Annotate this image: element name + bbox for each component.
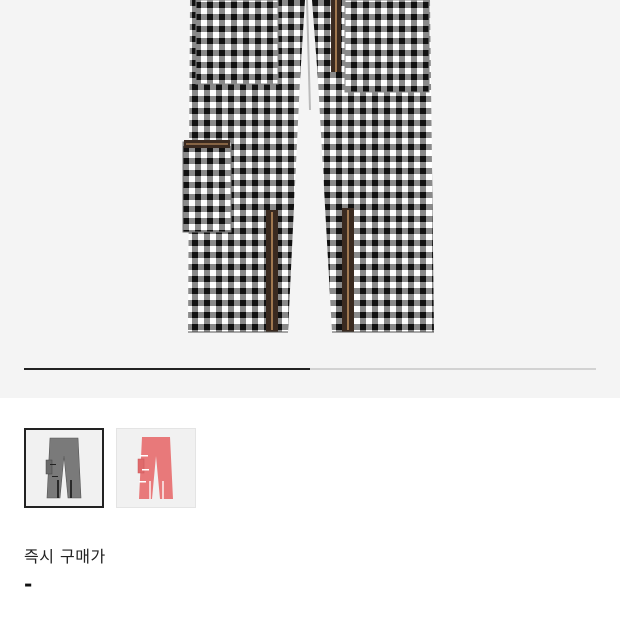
thumbnail-image-red-white-pants xyxy=(117,429,195,507)
price-label: 즉시 구매가 xyxy=(24,547,106,566)
thumbnail-gingham-black-white[interactable] xyxy=(24,428,104,508)
thumbnail-image-black-white-pants xyxy=(26,430,102,506)
price-value: - xyxy=(24,572,33,596)
product-image-gingham-cargo-pants xyxy=(182,0,434,333)
thumbnail-list xyxy=(24,428,196,508)
thumbnail-gingham-red-white[interactable] xyxy=(116,428,196,508)
gallery-progress-bar xyxy=(24,368,596,370)
product-image-hero[interactable] xyxy=(0,0,620,398)
gallery-progress-fill xyxy=(24,368,310,370)
